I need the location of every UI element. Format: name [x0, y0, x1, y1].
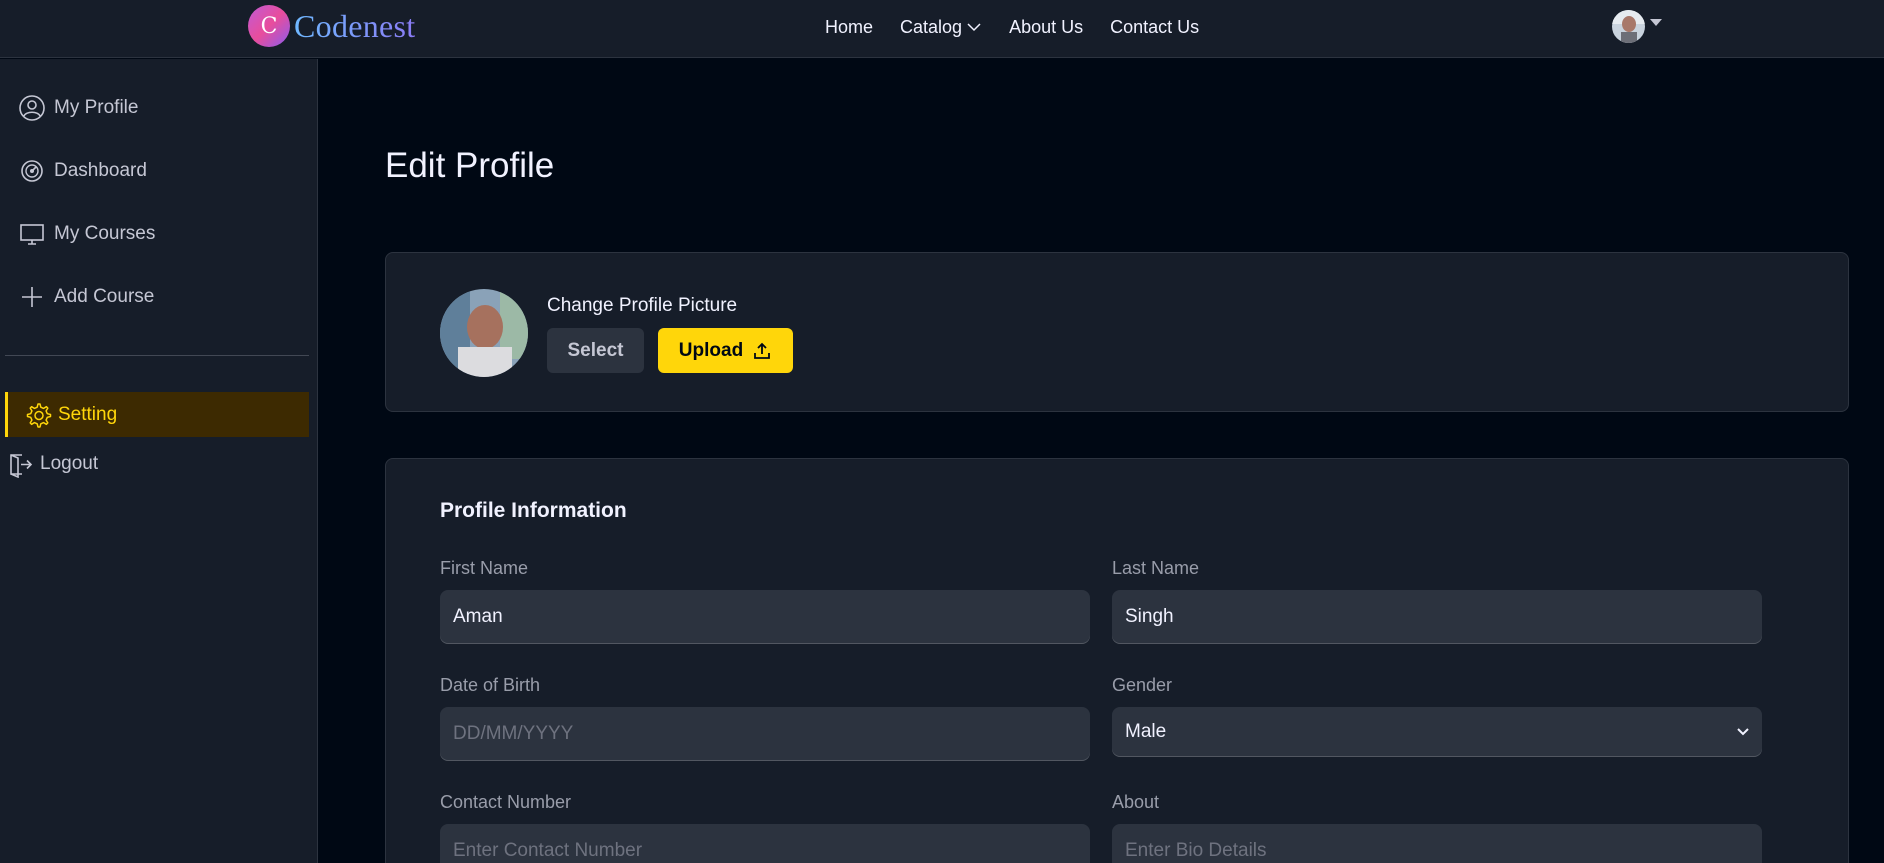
gear-icon: [23, 400, 53, 430]
page-title: Edit Profile: [385, 146, 555, 185]
profile-picture-card: Change Profile Picture Select Upload: [385, 252, 1849, 412]
logo-mark: C: [248, 5, 290, 47]
profile-picture: [440, 289, 528, 377]
last-name-label: Last Name: [1112, 558, 1200, 578]
top-navbar: C Codenest Home Catalog About Us Contact…: [0, 0, 1884, 58]
chevron-down-icon: [1737, 728, 1749, 736]
date-of-birth-field[interactable]: DD/MM/YYYY: [440, 707, 1090, 761]
main-nav: Home Catalog About Us Contact Us: [825, 0, 1226, 54]
gender-value: Male: [1125, 721, 1167, 742]
nav-about-us[interactable]: About Us: [1009, 17, 1083, 38]
brand-name: Codenest: [294, 7, 416, 44]
nav-about-label: About Us: [1009, 16, 1084, 37]
sidebar-item-logout[interactable]: Logout: [0, 441, 310, 486]
nav-catalog-label: Catalog: [900, 16, 963, 37]
about-field[interactable]: Enter Bio Details: [1112, 824, 1762, 863]
gender-label: Gender: [1112, 675, 1173, 695]
sidebar-item-my-courses[interactable]: My Courses: [0, 211, 310, 256]
gender-select[interactable]: Male: [1112, 707, 1762, 757]
contact-number-label: Contact Number: [440, 792, 572, 812]
sidebar-item-add-course[interactable]: Add Course: [0, 274, 310, 319]
profile-information-card: Profile Information First Name Aman Last…: [385, 458, 1849, 863]
nav-contact-label: Contact Us: [1110, 16, 1200, 37]
sidebar-item-label: Dashboard: [54, 159, 147, 181]
user-circle-icon: [17, 93, 47, 123]
sidebar-item-dashboard[interactable]: Dashboard: [0, 148, 310, 193]
brand-logo[interactable]: C Codenest: [248, 5, 416, 47]
monitor-icon: [17, 219, 47, 249]
about-placeholder: Enter Bio Details: [1125, 840, 1267, 861]
upload-button-label: Upload: [678, 339, 744, 361]
user-avatar[interactable]: [1612, 10, 1645, 43]
about-label: About: [1112, 792, 1160, 812]
contact-number-field[interactable]: Enter Contact Number: [440, 824, 1090, 863]
nav-contact-us[interactable]: Contact Us: [1110, 17, 1199, 38]
date-of-birth-placeholder: DD/MM/YYYY: [453, 723, 574, 744]
sidebar-item-label: My Profile: [54, 96, 139, 118]
profile-information-title: Profile Information: [440, 499, 627, 522]
sidebar-item-label: My Courses: [54, 222, 156, 244]
chevron-down-icon: [967, 23, 981, 32]
date-of-birth-label: Date of Birth: [440, 675, 541, 695]
sidebar-item-label: Setting: [58, 403, 118, 425]
upload-icon: [754, 342, 771, 359]
sidebar-divider: [5, 355, 309, 356]
last-name-value: Singh: [1125, 606, 1174, 627]
sidebar-item-setting[interactable]: Setting: [5, 392, 309, 437]
nav-home-label: Home: [825, 16, 874, 37]
select-button[interactable]: Select: [547, 328, 644, 373]
gauge-icon: [17, 156, 47, 186]
upload-button[interactable]: Upload: [658, 328, 793, 373]
change-picture-label: Change Profile Picture: [547, 295, 738, 316]
last-name-field[interactable]: Singh: [1112, 590, 1762, 644]
nav-catalog[interactable]: Catalog: [900, 17, 982, 38]
sidebar-item-label: Add Course: [54, 285, 155, 307]
first-name-value: Aman: [453, 606, 503, 627]
logout-icon: [5, 449, 35, 479]
sidebar-item-label: Logout: [40, 452, 99, 474]
plus-icon: [17, 282, 47, 312]
sidebar-item-my-profile[interactable]: My Profile: [0, 85, 310, 130]
first-name-label: First Name: [440, 558, 529, 578]
nav-home[interactable]: Home: [825, 17, 873, 38]
caret-down-icon[interactable]: [1650, 19, 1662, 27]
first-name-field[interactable]: Aman: [440, 590, 1090, 644]
contact-number-placeholder: Enter Contact Number: [453, 840, 643, 861]
sidebar: My Profile Dashboard My Courses Add Cour…: [0, 59, 318, 863]
